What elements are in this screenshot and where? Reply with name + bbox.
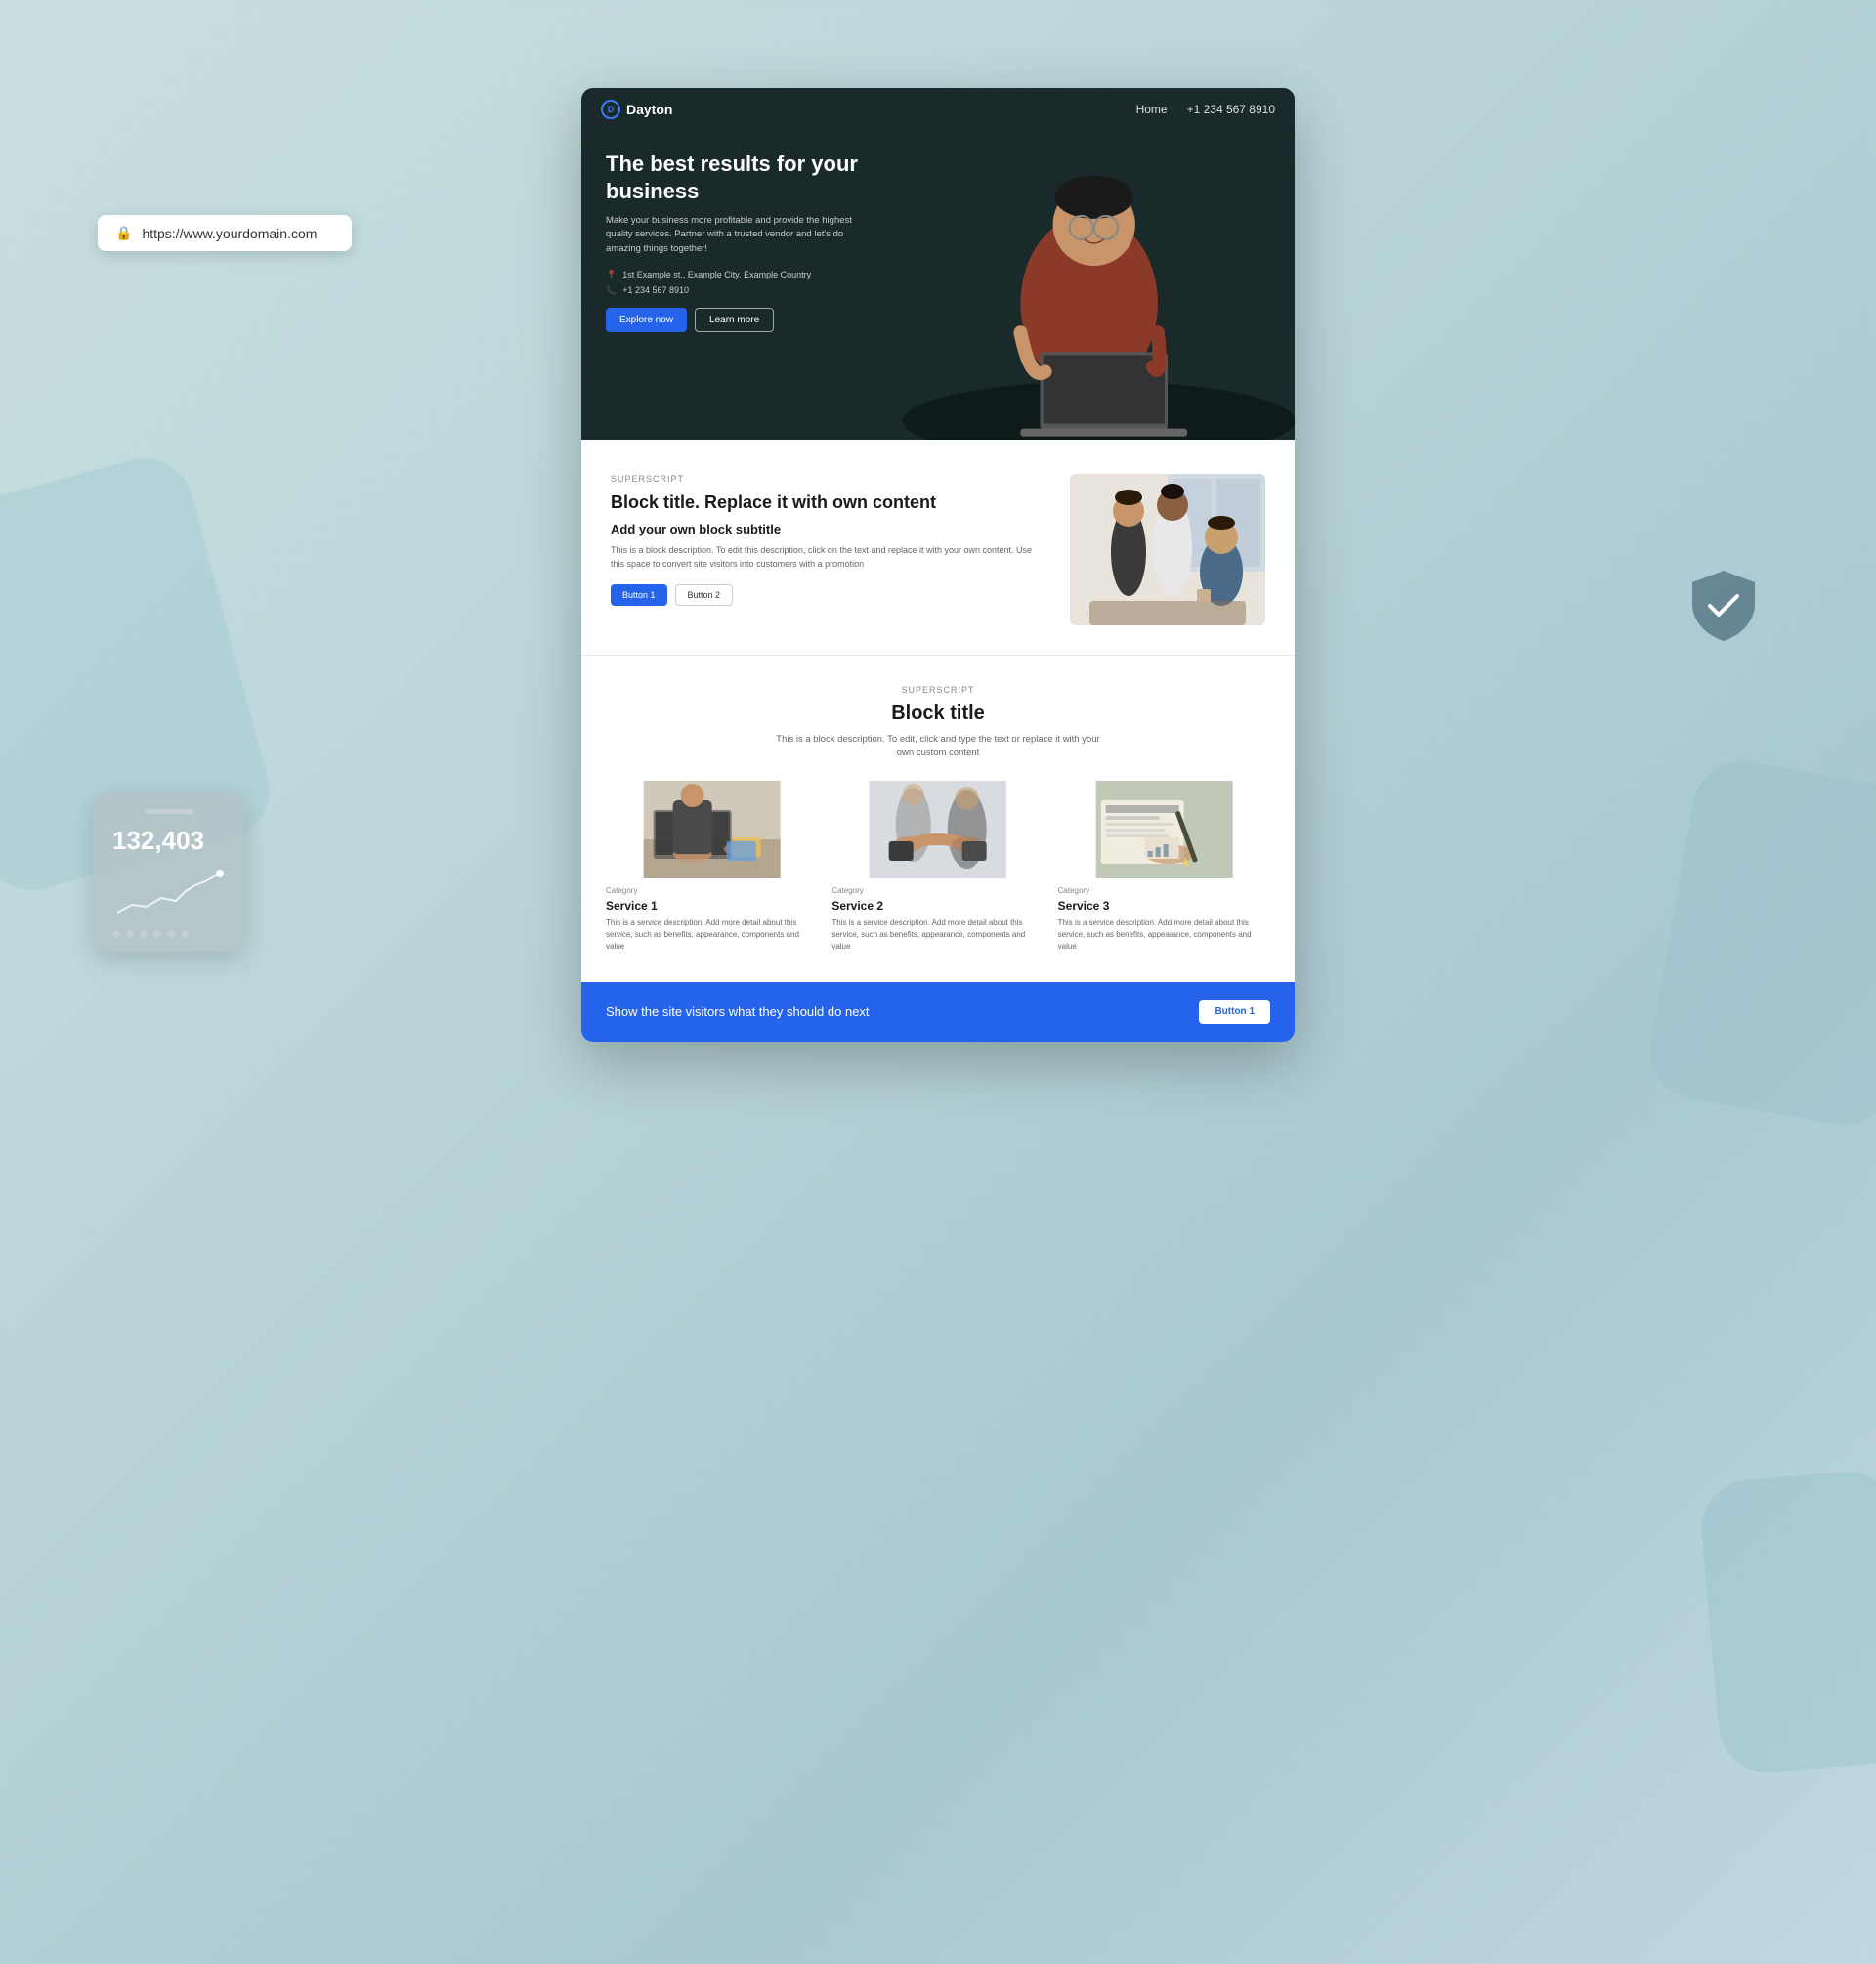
block-button-2[interactable]: Button 2 — [675, 584, 734, 606]
service-card-2: Category Service 2 This is a service des… — [831, 781, 1044, 953]
hero-background — [903, 88, 1296, 440]
services-title: Block title — [606, 703, 1270, 725]
stats-card: 132,403 — [93, 791, 244, 952]
hero-description: Make your business more profitable and p… — [606, 214, 870, 256]
service-card-3: Category Service 3 This is a service des… — [1058, 781, 1270, 953]
services-grid: Category Service 1 This is a service des… — [606, 781, 1270, 953]
service-image-3 — [1058, 781, 1270, 878]
services-superscript: SUPERSCRIPT — [606, 685, 1270, 695]
lock-icon: 🔒 — [115, 225, 132, 241]
service-3-category: Category — [1058, 886, 1270, 895]
nav-phone: +1 234 567 8910 — [1187, 103, 1275, 116]
block-section-container: SUPERSCRIPT Block title. Replace it with… — [581, 440, 1295, 655]
stat-number: 132,403 — [112, 826, 225, 856]
block-text: SUPERSCRIPT Block title. Replace it with… — [611, 474, 1041, 606]
nav-home[interactable]: Home — [1136, 103, 1168, 116]
brand-icon: D — [601, 100, 620, 119]
mini-chart — [112, 864, 225, 922]
hero-nav: D Dayton Home +1 234 567 8910 — [581, 88, 1295, 131]
location-icon: 📍 — [606, 270, 617, 280]
hero-phone: 📞 +1 234 567 8910 — [606, 285, 870, 296]
service-3-description: This is a service description. Add more … — [1058, 918, 1270, 953]
block-subtitle: Add your own block subtitle — [611, 522, 1041, 536]
block-description: This is a block description. To edit thi… — [611, 544, 1041, 571]
meeting-visual — [1070, 474, 1265, 625]
hero-buttons: Explore now Learn more — [606, 308, 870, 332]
block-image — [1070, 474, 1265, 625]
block-superscript: SUPERSCRIPT — [611, 474, 1041, 484]
explore-now-button[interactable]: Explore now — [606, 308, 687, 332]
cta-banner: Show the site visitors what they should … — [581, 982, 1295, 1042]
service-2-title: Service 2 — [831, 899, 1044, 913]
bg-decoration-bottom — [1697, 1468, 1876, 1776]
block-title: Block title. Replace it with own content — [611, 491, 1041, 514]
hero-address: 📍 1st Example st., Example City, Example… — [606, 270, 870, 280]
shield-badge — [1688, 567, 1759, 645]
services-description: This is a block description. To edit, cl… — [772, 733, 1104, 761]
service-image-1 — [606, 781, 818, 878]
service-card-1: Category Service 1 This is a service des… — [606, 781, 818, 953]
service-1-description: This is a service description. Add more … — [606, 918, 818, 953]
service-1-category: Category — [606, 886, 818, 895]
brand-name: Dayton — [626, 102, 672, 117]
bg-decoration-right — [1643, 753, 1876, 1132]
block-buttons: Button 1 Button 2 — [611, 584, 1041, 606]
service-2-category: Category — [831, 886, 1044, 895]
cta-text: Show the site visitors what they should … — [606, 1004, 870, 1019]
hero-title: The best results for your business — [606, 150, 870, 204]
service-1-title: Service 1 — [606, 899, 818, 913]
block-section: SUPERSCRIPT Block title. Replace it with… — [611, 474, 1265, 625]
url-text: https://www.yourdomain.com — [142, 226, 317, 241]
block-button-1[interactable]: Button 1 — [611, 584, 667, 606]
phone-icon: 📞 — [606, 285, 617, 296]
hero-info: 📍 1st Example st., Example City, Example… — [606, 270, 870, 296]
nav-links: Home +1 234 567 8910 — [1136, 103, 1275, 116]
browser-window: D Dayton Home +1 234 567 8910 The best r… — [581, 88, 1295, 1042]
learn-more-button[interactable]: Learn more — [695, 308, 774, 332]
hero-section: D Dayton Home +1 234 567 8910 The best r… — [581, 88, 1295, 440]
service-image-2 — [831, 781, 1044, 878]
hero-content: The best results for your business Make … — [581, 131, 894, 352]
url-bar: 🔒 https://www.yourdomain.com — [98, 215, 352, 251]
service-3-title: Service 3 — [1058, 899, 1270, 913]
service-2-description: This is a service description. Add more … — [831, 918, 1044, 953]
card-handle — [145, 809, 193, 814]
services-section: SUPERSCRIPT Block title This is a block … — [581, 656, 1295, 982]
chart-dots — [112, 930, 225, 938]
cta-button[interactable]: Button 1 — [1199, 1000, 1270, 1024]
brand: D Dayton — [601, 100, 672, 119]
